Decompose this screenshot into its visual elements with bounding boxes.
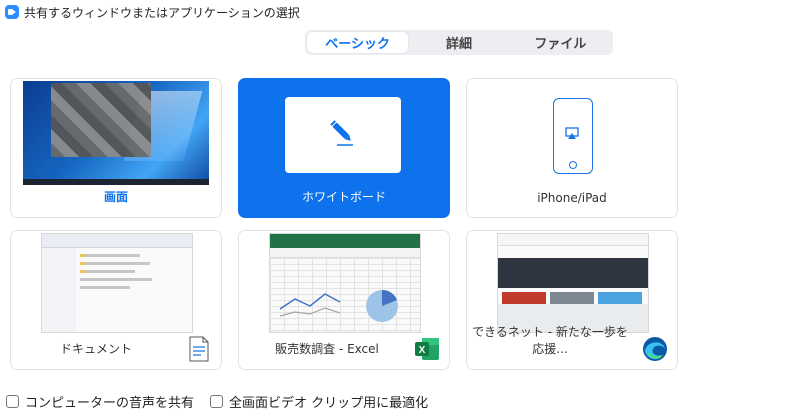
edge-icon (643, 337, 667, 361)
optimize-video-label: 全画面ビデオ クリップ用に最適化 (229, 395, 429, 411)
tile-edge-label: できるネット - 新たな一歩を応援... (472, 325, 628, 356)
share-options: コンピューターの音声を共有 全画面ビデオ クリップ用に最適化 (6, 390, 444, 412)
share-computer-audio-option[interactable]: コンピューターの音声を共有 (6, 392, 194, 411)
tile-iphone-ipad[interactable]: iPhone/iPad (466, 78, 678, 218)
tile-documents-window[interactable]: ドキュメント (10, 230, 222, 370)
tile-whiteboard-label: ホワイトボード (301, 190, 386, 204)
tile-documents-label: ドキュメント (59, 342, 132, 356)
web-page-thumbnail (497, 233, 649, 333)
tile-screen[interactable]: 画面 (10, 78, 222, 218)
window-title: 共有するウィンドウまたはアプリケーションの選択 (24, 5, 300, 20)
tab-basic[interactable]: ベーシック (307, 32, 409, 53)
optimize-video-checkbox[interactable] (210, 394, 224, 408)
excel-thumbnail (269, 233, 421, 333)
tile-excel-window[interactable]: 販売数調査 - Excel X (238, 230, 450, 370)
whiteboard-card (285, 97, 401, 173)
documents-thumbnail (41, 233, 193, 333)
tile-edge-window[interactable]: できるネット - 新たな一歩を応援... (466, 230, 678, 370)
share-audio-checkbox[interactable] (6, 394, 19, 408)
excel-icon: X (415, 338, 439, 360)
optimize-video-option[interactable]: 全画面ビデオ クリップ用に最適化 (210, 392, 428, 411)
iphone-airplay-icon (553, 98, 593, 174)
tile-excel-label: 販売数調査 - Excel (275, 342, 379, 356)
tile-iphone-label: iPhone/iPad (537, 191, 607, 205)
screen-thumbnail (23, 81, 209, 185)
tile-screen-label: 画面 (103, 190, 128, 204)
pencil-icon (330, 120, 353, 146)
zoom-app-icon (5, 5, 19, 19)
tab-advanced[interactable]: 詳細 (408, 32, 509, 53)
tab-files[interactable]: ファイル (510, 32, 611, 53)
share-type-tabs: ベーシック 詳細 ファイル (305, 30, 613, 55)
document-icon (189, 336, 209, 362)
share-audio-label: コンピューターの音声を共有 (25, 395, 195, 411)
svg-text:X: X (419, 345, 426, 356)
tile-whiteboard[interactable]: ホワイトボード (238, 78, 450, 218)
title-bar: 共有するウィンドウまたはアプリケーションの選択 (0, 0, 800, 24)
